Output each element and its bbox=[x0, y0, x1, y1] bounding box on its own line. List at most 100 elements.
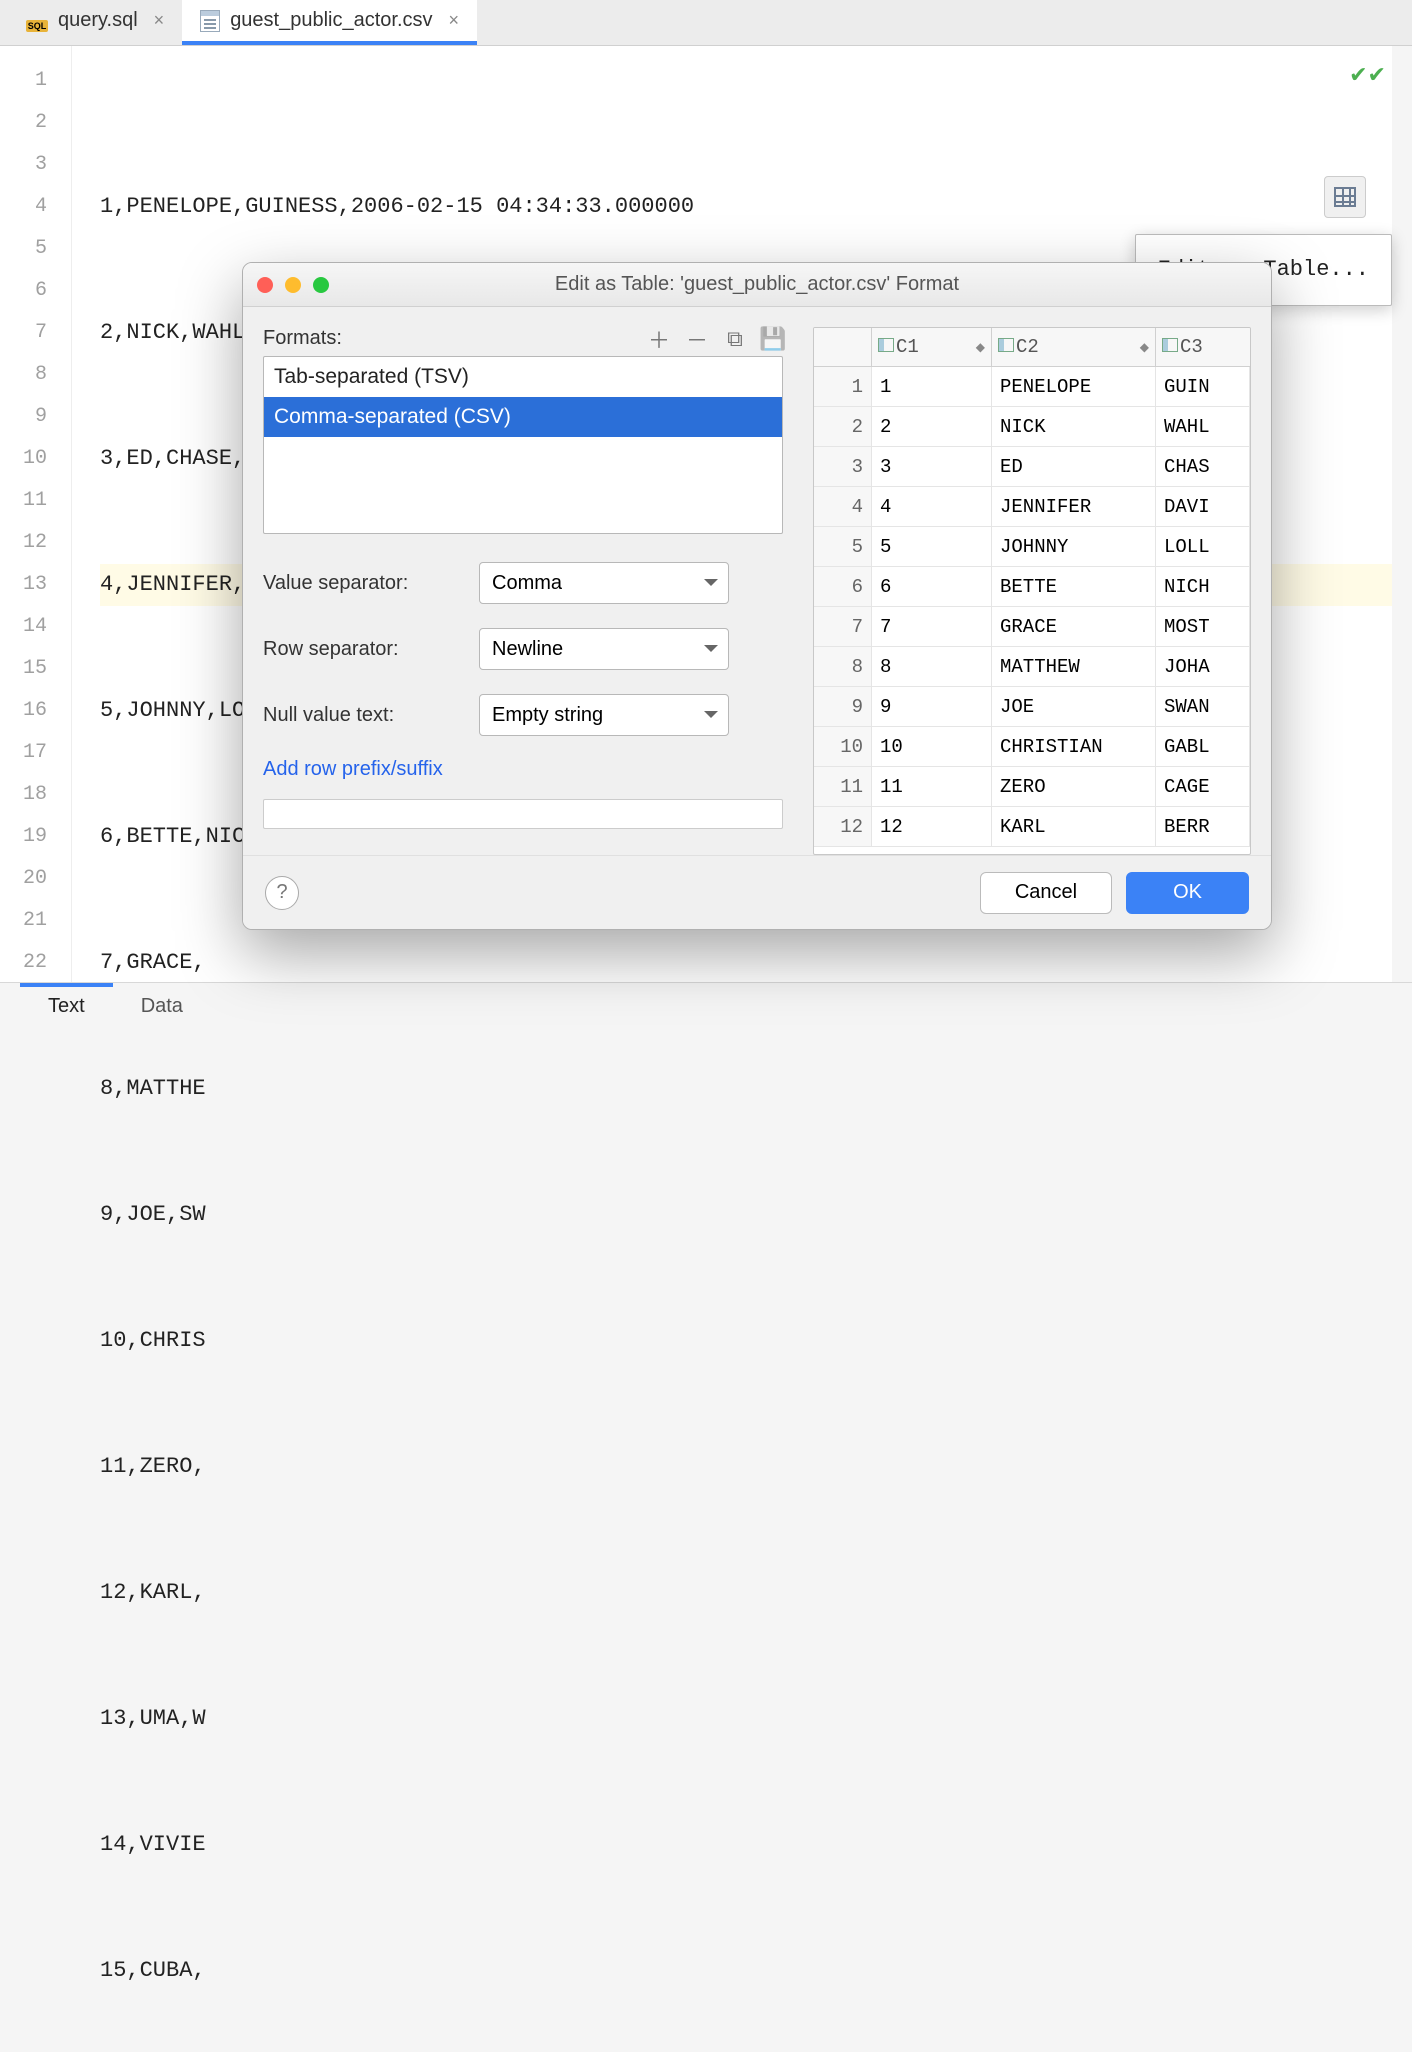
formats-list[interactable]: Tab-separated (TSV) Comma-separated (CSV… bbox=[263, 356, 783, 534]
table-row[interactable]: 4 4 JENNIFER DAVI bbox=[814, 487, 1250, 527]
window-close-icon[interactable] bbox=[257, 277, 273, 293]
cell-c2[interactable]: JOE bbox=[992, 687, 1156, 726]
null-value-combo[interactable]: Empty string bbox=[479, 694, 729, 736]
row-separator-combo[interactable]: Newline bbox=[479, 628, 729, 670]
code-line: 14,VIVIE bbox=[100, 1824, 1392, 1866]
bottom-tabs: Text Data bbox=[0, 982, 1412, 1026]
cell-c1[interactable]: 10 bbox=[872, 727, 992, 766]
cell-c1[interactable]: 1 bbox=[872, 367, 992, 406]
column-header-c1[interactable]: C1◆ bbox=[872, 328, 992, 366]
cell-c2[interactable]: NICK bbox=[992, 407, 1156, 446]
tab-guest-csv[interactable]: guest_public_actor.csv × bbox=[182, 0, 477, 45]
cell-c1[interactable]: 8 bbox=[872, 647, 992, 686]
cell-c3[interactable]: NICH bbox=[1156, 567, 1250, 606]
cell-c2[interactable]: PENELOPE bbox=[992, 367, 1156, 406]
row-number: 10 bbox=[814, 727, 872, 766]
table-row[interactable]: 10 10 CHRISTIAN GABL bbox=[814, 727, 1250, 767]
cell-c2[interactable]: ZERO bbox=[992, 767, 1156, 806]
format-item-tsv[interactable]: Tab-separated (TSV) bbox=[264, 357, 782, 397]
row-number: 12 bbox=[814, 807, 872, 846]
ok-button[interactable]: OK bbox=[1126, 872, 1249, 914]
cell-c2[interactable]: JENNIFER bbox=[992, 487, 1156, 526]
add-format-icon[interactable]: ＋ bbox=[649, 329, 669, 349]
table-row[interactable]: 7 7 GRACE MOST bbox=[814, 607, 1250, 647]
cancel-button[interactable]: Cancel bbox=[980, 872, 1112, 914]
cell-c1[interactable]: 5 bbox=[872, 527, 992, 566]
tab-text[interactable]: Text bbox=[20, 983, 113, 1026]
code-line: 9,JOE,SW bbox=[100, 1194, 1392, 1236]
quotation-section[interactable] bbox=[263, 799, 783, 829]
row-number: 8 bbox=[814, 647, 872, 686]
file-tabs: query.sql × guest_public_actor.csv × bbox=[0, 0, 1412, 46]
table-row[interactable]: 11 11 ZERO CAGE bbox=[814, 767, 1250, 807]
cell-c2[interactable]: ED bbox=[992, 447, 1156, 486]
cell-c2[interactable]: BETTE bbox=[992, 567, 1156, 606]
cell-c3[interactable]: GUIN bbox=[1156, 367, 1250, 406]
dialog-titlebar[interactable]: Edit as Table: 'guest_public_actor.csv' … bbox=[243, 263, 1271, 307]
format-item-csv[interactable]: Comma-separated (CSV) bbox=[264, 397, 782, 437]
save-format-icon[interactable]: 💾 bbox=[763, 329, 783, 349]
table-row[interactable]: 5 5 JOHNNY LOLL bbox=[814, 527, 1250, 567]
cell-c1[interactable]: 3 bbox=[872, 447, 992, 486]
row-number: 9 bbox=[814, 687, 872, 726]
cell-c2[interactable]: KARL bbox=[992, 807, 1156, 846]
table-row[interactable]: 8 8 MATTHEW JOHA bbox=[814, 647, 1250, 687]
tab-query-sql[interactable]: query.sql × bbox=[8, 0, 182, 45]
table-row[interactable]: 3 3 ED CHAS bbox=[814, 447, 1250, 487]
row-number: 3 bbox=[814, 447, 872, 486]
cell-c3[interactable]: JOHA bbox=[1156, 647, 1250, 686]
value-separator-label: Value separator: bbox=[263, 572, 463, 595]
scrollbar[interactable] bbox=[1392, 46, 1412, 982]
cell-c1[interactable]: 4 bbox=[872, 487, 992, 526]
column-header-c2[interactable]: C2◆ bbox=[992, 328, 1156, 366]
cell-c1[interactable]: 9 bbox=[872, 687, 992, 726]
edit-as-table-button[interactable] bbox=[1324, 176, 1366, 218]
cell-c2[interactable]: CHRISTIAN bbox=[992, 727, 1156, 766]
copy-format-icon[interactable]: ⧉ bbox=[725, 329, 745, 349]
null-value-label: Null value text: bbox=[263, 704, 463, 727]
table-row[interactable]: 2 2 NICK WAHL bbox=[814, 407, 1250, 447]
add-prefix-suffix-link[interactable]: Add row prefix/suffix bbox=[263, 758, 783, 781]
code-line: 13,UMA,W bbox=[100, 1698, 1392, 1740]
close-icon[interactable]: × bbox=[154, 10, 165, 31]
table-row[interactable]: 9 9 JOE SWAN bbox=[814, 687, 1250, 727]
cell-c2[interactable]: JOHNNY bbox=[992, 527, 1156, 566]
cell-c3[interactable]: MOST bbox=[1156, 607, 1250, 646]
cell-c3[interactable]: LOLL bbox=[1156, 527, 1250, 566]
row-number: 2 bbox=[814, 407, 872, 446]
cell-c1[interactable]: 6 bbox=[872, 567, 992, 606]
inspection-ok-icon[interactable]: ✔✔ bbox=[1349, 56, 1386, 98]
cell-c3[interactable]: BERR bbox=[1156, 807, 1250, 846]
close-icon[interactable]: × bbox=[449, 10, 460, 31]
tab-data[interactable]: Data bbox=[113, 983, 211, 1026]
value-separator-combo[interactable]: Comma bbox=[479, 562, 729, 604]
remove-format-icon[interactable]: － bbox=[687, 329, 707, 349]
cell-c1[interactable]: 12 bbox=[872, 807, 992, 846]
cell-c3[interactable]: CHAS bbox=[1156, 447, 1250, 486]
cell-c3[interactable]: DAVI bbox=[1156, 487, 1250, 526]
row-number: 11 bbox=[814, 767, 872, 806]
cell-c3[interactable]: WAHL bbox=[1156, 407, 1250, 446]
column-header-c3[interactable]: C3 bbox=[1156, 328, 1250, 366]
window-minimize-icon[interactable] bbox=[285, 277, 301, 293]
row-number-header[interactable] bbox=[814, 328, 872, 366]
row-number: 1 bbox=[814, 367, 872, 406]
table-row[interactable]: 12 12 KARL BERR bbox=[814, 807, 1250, 847]
cell-c1[interactable]: 7 bbox=[872, 607, 992, 646]
code-line: 15,CUBA, bbox=[100, 1950, 1392, 1992]
row-number: 4 bbox=[814, 487, 872, 526]
table-icon bbox=[1334, 187, 1356, 207]
help-button[interactable]: ? bbox=[265, 876, 299, 910]
cell-c2[interactable]: GRACE bbox=[992, 607, 1156, 646]
cell-c1[interactable]: 11 bbox=[872, 767, 992, 806]
table-row[interactable]: 1 1 PENELOPE GUIN bbox=[814, 367, 1250, 407]
preview-table: C1◆ C2◆ C3 1 1 PENELOPE GUIN2 2 NICK WAH… bbox=[813, 327, 1251, 855]
cell-c3[interactable]: SWAN bbox=[1156, 687, 1250, 726]
cell-c2[interactable]: MATTHEW bbox=[992, 647, 1156, 686]
cell-c1[interactable]: 2 bbox=[872, 407, 992, 446]
table-row[interactable]: 6 6 BETTE NICH bbox=[814, 567, 1250, 607]
cell-c3[interactable]: CAGE bbox=[1156, 767, 1250, 806]
window-zoom-icon[interactable] bbox=[313, 277, 329, 293]
cell-c3[interactable]: GABL bbox=[1156, 727, 1250, 766]
tab-label: query.sql bbox=[58, 9, 138, 32]
